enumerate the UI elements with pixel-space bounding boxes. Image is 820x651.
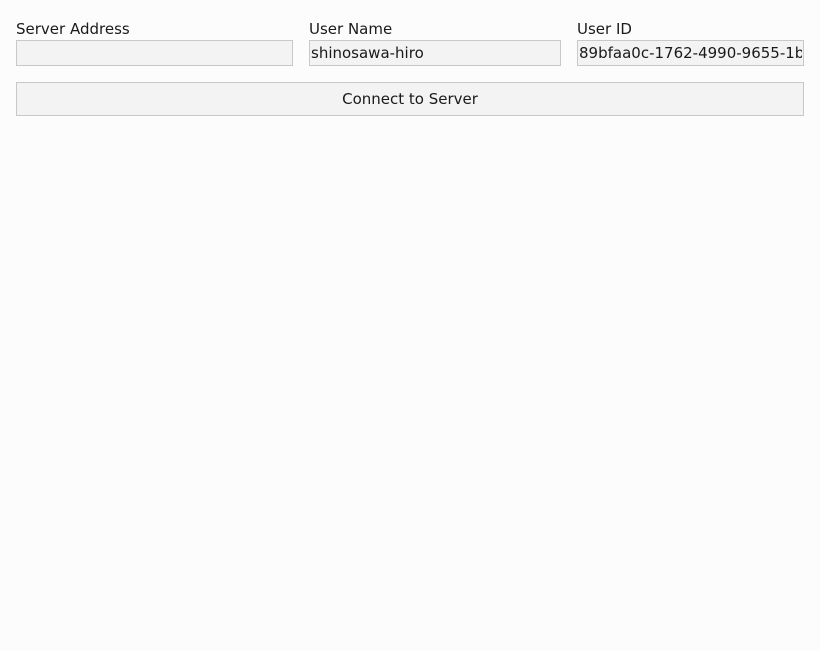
connect-to-server-button[interactable]: Connect to Server <box>16 82 804 116</box>
user-id-input[interactable] <box>577 40 804 66</box>
user-id-label: User ID <box>577 20 632 38</box>
server-address-label: Server Address <box>16 20 130 38</box>
user-name-label: User Name <box>309 20 393 38</box>
user-name-input[interactable] <box>309 40 561 66</box>
app-window: Server Address User Name User ID Connect… <box>0 0 820 651</box>
server-address-input[interactable] <box>16 40 293 66</box>
